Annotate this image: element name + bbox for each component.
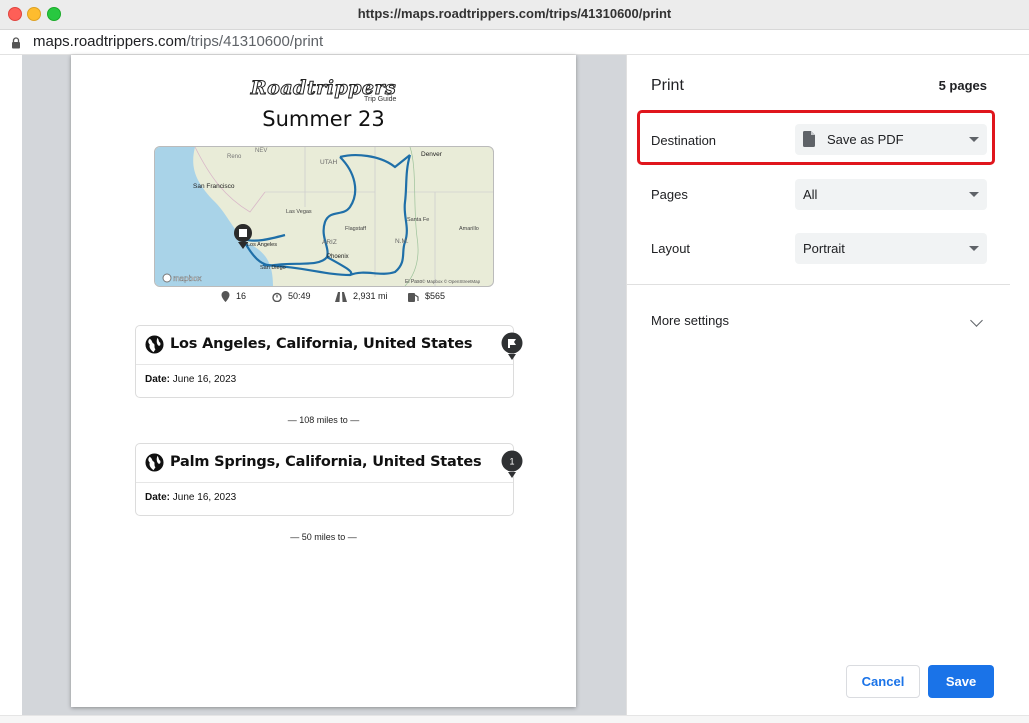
pages-select[interactable]: All <box>795 179 987 210</box>
map-label-las-vegas: Las Vegas <box>286 209 312 215</box>
map-label-ariz: ARIZ <box>322 239 337 246</box>
layout-label: Layout <box>651 241 691 256</box>
stop-card: Los Angeles, California, United States D… <box>135 325 514 398</box>
cancel-button[interactable]: Cancel <box>846 665 920 698</box>
stop-name: Palm Springs, California, United States <box>170 454 482 470</box>
stop-card: Palm Springs, California, United States … <box>135 443 514 516</box>
save-button[interactable]: Save <box>928 665 994 698</box>
stop-date-label: Date: <box>145 374 171 385</box>
map-label-nm: N.M. <box>395 238 409 245</box>
map-label-san-diego: San Diego <box>260 265 286 271</box>
map-label-el-paso: El Paso <box>405 279 422 285</box>
map-label-amarillo: Amarillo <box>459 226 479 232</box>
trip-title: Summer 23 <box>262 107 385 131</box>
map-label-phoenix: Phoenix <box>327 254 349 260</box>
map-graphic: Reno NEV UTAH Denver San Francisco Las V… <box>155 147 493 286</box>
preview-page: Roadtrippers Trip Guide Summer 23 Reno N… <box>71 55 576 707</box>
roadtrippers-logo: Roadtrippers <box>71 77 576 100</box>
stop-name: Los Angeles, California, United States <box>170 336 473 352</box>
page-count: 5 pages <box>938 78 987 93</box>
url-text[interactable]: maps.roadtrippers.com/trips/41310600/pri… <box>33 33 323 50</box>
map-label-nev: NEV <box>255 148 267 154</box>
mapbox-logo: mapbox <box>173 274 201 283</box>
scrollbar-area <box>1010 55 1029 715</box>
map-label-los-angeles: Los Angeles <box>247 242 277 248</box>
stopwatch-icon <box>272 292 282 302</box>
logo-subtitle: Trip Guide <box>364 96 397 103</box>
stop-card-header: Palm Springs, California, United States <box>136 444 513 483</box>
map-label-utah: UTAH <box>320 159 338 166</box>
window-title: https://maps.roadtrippers.com/trips/4131… <box>357 6 672 21</box>
marker-number: 1 <box>509 457 514 467</box>
chevron-down-icon[interactable] <box>970 314 983 327</box>
stop-date-label: Date: <box>145 492 171 503</box>
pages-value: All <box>803 187 818 202</box>
map-label-denver: Denver <box>421 151 443 158</box>
stop-date: Date: June 16, 2023 <box>145 374 236 385</box>
more-settings-toggle[interactable]: More settings <box>651 313 729 328</box>
leg-distance: — 108 miles to — <box>287 415 360 425</box>
window-titlebar: https://maps.roadtrippers.com/trips/4131… <box>0 0 1029 30</box>
globe-icon <box>145 335 164 354</box>
url-path: /trips/41310600/print <box>186 33 324 50</box>
layout-value: Portrait <box>803 241 845 256</box>
stop-date-value: June 16, 2023 <box>172 374 237 385</box>
stop-card-header: Los Angeles, California, United States <box>136 326 513 365</box>
divider <box>627 284 1011 285</box>
flag-marker-icon <box>501 332 523 360</box>
leg-distance: — 50 miles to — <box>290 532 357 542</box>
lock-icon <box>12 37 20 49</box>
map-label-reno: Reno <box>227 154 242 160</box>
road-icon <box>335 291 347 302</box>
stat-cost-value: $565 <box>425 291 446 301</box>
stat-duration: 50:49 <box>272 291 311 302</box>
print-title: Print <box>651 77 684 94</box>
url-host: maps.roadtrippers.com <box>33 33 187 50</box>
number-marker-icon: 1 <box>501 450 523 478</box>
dropdown-caret-icon <box>969 246 979 251</box>
pin-icon <box>221 291 230 303</box>
stop-date: Date: June 16, 2023 <box>145 492 236 503</box>
pages-label: Pages <box>651 187 688 202</box>
stat-stops: 16 <box>221 291 247 303</box>
map-label-santa-fe: Santa Fe <box>407 217 429 223</box>
destination-highlight-box <box>637 110 995 165</box>
globe-icon <box>145 453 164 472</box>
stat-cost: $565 <box>407 291 445 302</box>
trip-map: Reno NEV UTAH Denver San Francisco Las V… <box>154 146 494 287</box>
map-label-san-francisco: San Francisco <box>193 183 235 190</box>
dropdown-caret-icon <box>969 192 979 197</box>
stat-stops-value: 16 <box>236 291 247 301</box>
map-attribution: © Mapbox © OpenStreetMap <box>422 278 481 284</box>
stat-duration-value: 50:49 <box>288 291 311 301</box>
gas-pump-icon <box>408 292 419 302</box>
stat-distance: 2,931 mi <box>335 291 388 302</box>
map-label-flagstaff: Flagstaff <box>345 226 366 232</box>
layout-select[interactable]: Portrait <box>795 233 987 264</box>
stop-date-value: June 16, 2023 <box>172 492 237 503</box>
stat-distance-value: 2,931 mi <box>353 291 388 301</box>
